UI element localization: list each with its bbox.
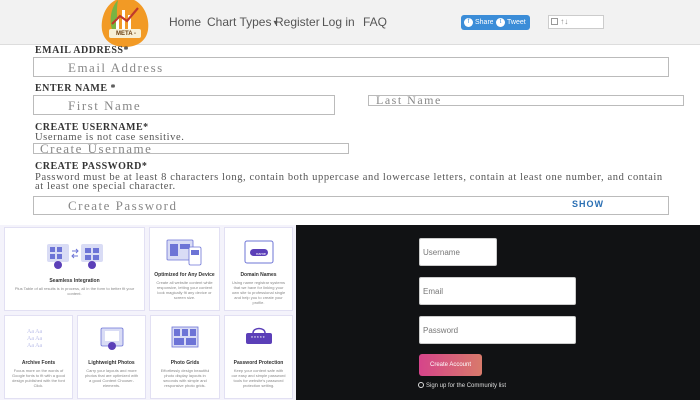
first-name-field[interactable]: First Name (33, 95, 335, 115)
username-note: Username is not case sensitive. (35, 132, 185, 143)
name-label: ENTER NAME * (35, 83, 117, 94)
domain-badge-text: name (256, 251, 267, 256)
nav-chart-types-label: Chart Types (207, 15, 272, 29)
share-button-label: Share (475, 19, 494, 26)
svg-text:Aa Aa: Aa Aa (27, 336, 42, 342)
svg-text:Aa Aa: Aa Aa (27, 329, 42, 335)
registration-form: EMAIL ADDRESS* Email Address ENTER NAME … (0, 45, 700, 225)
feature-card-optimized-device: Optimized for Any Device Create all webs… (149, 227, 220, 311)
feature-description: Create all website content while respons… (156, 280, 213, 300)
lightweight-photo-icon (100, 327, 123, 350)
tweet-button[interactable]: t Tweet (493, 15, 530, 30)
feature-card-password-protection: ***** Password Protection Keep your cont… (224, 315, 293, 399)
vote-count-icon (551, 18, 558, 25)
feature-description: Keep your content safe with our easy and… (231, 368, 286, 388)
top-navigation-bar: META - Home Chart Types ▾ Register Log in… (0, 0, 700, 48)
nav-home[interactable]: Home (169, 15, 201, 29)
feature-title: Photo Grids (170, 360, 200, 366)
feature-title: Optimized for Any Device (154, 272, 215, 278)
facebook-icon: f (464, 18, 473, 27)
feature-card-photo-grids: Photo Grids Effortlessly design beautifu… (150, 315, 220, 399)
radio-circle-icon[interactable] (418, 382, 424, 388)
twitter-bird-icon: t (496, 18, 505, 27)
feature-card-seamless-integration: Seamless Integration Plus Table of all r… (4, 227, 145, 311)
email-label: EMAIL ADDRESS* (35, 45, 129, 56)
vote-arrows-icon: ↑↓ (560, 17, 569, 26)
feature-description: Effortlessly design beautiful photo disp… (160, 368, 210, 388)
feature-card-domain-names: name Domain Names Using name registrar s… (224, 227, 293, 311)
vote-widget[interactable]: ↑↓ (548, 15, 604, 29)
community-signup-label: Sign up for the Community list (426, 383, 507, 389)
community-signup-option[interactable]: Sign up for the Community list (418, 382, 506, 389)
feature-title: Seamless Integration (49, 278, 100, 284)
feature-description: Plus Table of all results is in process,… (14, 286, 135, 296)
signup-email-field[interactable]: Email (419, 277, 576, 305)
feature-title: Password Protection (233, 360, 284, 366)
feature-card-archive-fonts: Aa Aa Aa Aa Aa Aa Archive Fonts Focus mo… (4, 315, 73, 399)
logo-text: META - (116, 31, 136, 37)
integration-icon (46, 244, 103, 269)
feature-card-lightweight-photos: Lightweight Photos Carry your layouts an… (77, 315, 146, 399)
logo-badge-icon (101, 0, 149, 47)
signup-password-field[interactable]: Password (419, 316, 576, 344)
nav-chart-types[interactable]: Chart Types ▾ (207, 15, 278, 29)
feature-title: Lightweight Photos (88, 360, 135, 366)
password-label: CREATE PASSWORD* (35, 161, 148, 172)
signup-panel: Username Email Password Create Account S… (296, 225, 700, 400)
password-requirements-note: Password must be at least 8 characters l… (35, 172, 663, 192)
feature-description: Focus more on the words of Google fonts … (12, 368, 65, 388)
signup-username-field[interactable]: Username (419, 238, 497, 266)
feature-title: Domain Names (240, 272, 277, 278)
svg-text:Aa Aa: Aa Aa (27, 343, 42, 349)
password-badge-text: ***** (251, 336, 266, 342)
tweet-button-label: Tweet (507, 19, 526, 26)
nav-log-in[interactable]: Log in (322, 15, 355, 29)
last-name-field[interactable]: Last Name (368, 95, 684, 106)
username-field[interactable]: Create Username (33, 143, 349, 154)
show-password-button[interactable]: SHOW (572, 199, 604, 209)
features-panel: Seamless Integration Plus Table of all r… (0, 225, 296, 400)
nav-register[interactable]: Register (275, 15, 320, 29)
photo-grid-icon (171, 326, 199, 348)
email-field[interactable]: Email Address (33, 57, 669, 77)
site-logo[interactable]: META - (96, 0, 154, 48)
feature-description: Using name registrar systems that we hav… (231, 280, 286, 305)
feature-description: Carry your layouts and more photos that … (84, 368, 139, 388)
nav-faq[interactable]: FAQ (363, 15, 387, 29)
responsive-devices-icon (166, 239, 201, 266)
create-account-button[interactable]: Create Account (419, 354, 482, 376)
feature-title: Archive Fonts (21, 360, 56, 366)
fonts-icon: Aa Aa Aa Aa Aa Aa (27, 329, 42, 349)
